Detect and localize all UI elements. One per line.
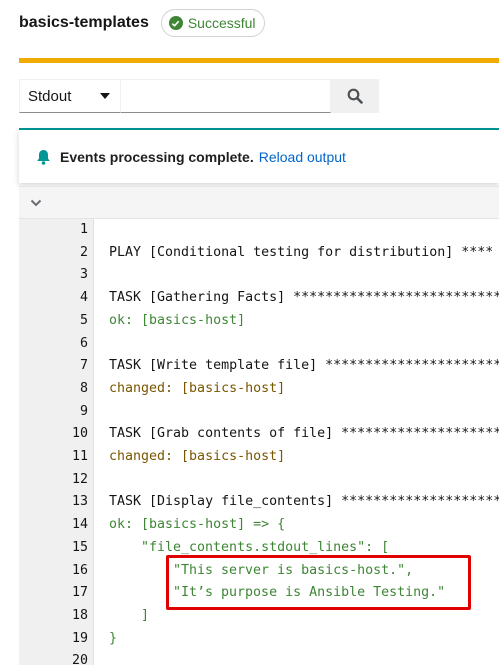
line-number: 13 <box>71 494 88 510</box>
check-circle-icon <box>168 16 183 30</box>
output-text: ] <box>141 607 150 623</box>
highlight-annotation-box <box>166 555 471 610</box>
output-line: 7 TASK [Write template file] ************… <box>19 355 499 378</box>
output-line: 1 <box>19 219 499 242</box>
line-number: 11 <box>71 449 88 464</box>
output-text: TASK [Gathering Facts] *****************… <box>109 290 499 306</box>
alert-title: Events processing complete. <box>60 148 254 165</box>
output-text: } <box>109 630 118 646</box>
output-line: 4 TASK [Gathering Facts] ****************… <box>19 287 499 310</box>
output-line: 2 PLAY [Conditional testing for distribut… <box>19 242 499 265</box>
collapse-all-row <box>19 186 499 219</box>
output-line: 3 <box>19 264 499 287</box>
chevron-down-icon[interactable] <box>30 199 42 207</box>
output-text: changed: [basics-host] <box>109 449 286 464</box>
bell-icon <box>36 149 51 165</box>
search-button[interactable] <box>331 79 379 113</box>
output-text: ok: [basics-host] => { <box>109 517 286 533</box>
line-number: 20 <box>71 653 88 665</box>
line-number: 16 <box>71 562 88 578</box>
status-accent-bar <box>19 58 499 63</box>
output-type-value: Stdout <box>28 87 72 105</box>
output-line: 9 <box>19 401 499 424</box>
events-alert: Events processing complete. Reload outpu… <box>19 130 499 183</box>
output-toolbar: Stdout <box>19 79 379 113</box>
output-line: 11 changed: [basics-host] <box>19 446 499 469</box>
caret-down-icon <box>100 93 110 99</box>
reload-output-link[interactable]: Reload output <box>259 149 346 165</box>
line-number: 7 <box>79 358 88 374</box>
line-number: 18 <box>71 607 88 623</box>
output-text: ok: [basics-host] <box>109 312 246 328</box>
output-line: 13 TASK [Display file_contents] *********… <box>19 491 499 514</box>
line-number: 8 <box>79 380 88 396</box>
line-number: 9 <box>79 403 88 419</box>
output-line: 14 ok: [basics-host] => { <box>19 514 499 537</box>
line-number: 2 <box>79 244 88 260</box>
output-type-select[interactable]: Stdout <box>19 79 121 113</box>
job-header: basics-templates Successful <box>19 8 265 38</box>
search-icon <box>347 88 363 104</box>
output-text: TASK [Write template file] *************… <box>109 358 499 374</box>
line-number: 3 <box>79 267 88 283</box>
output-line: 10 TASK [Grab contents of file] *********… <box>19 423 499 446</box>
job-title: basics-templates <box>19 14 149 31</box>
output-text: changed: [basics-host] <box>109 380 286 396</box>
output-line: 6 <box>19 333 499 356</box>
output-line: 19} <box>19 628 499 651</box>
output-line: 5 ok: [basics-host] <box>19 310 499 333</box>
line-number: 10 <box>71 426 88 442</box>
output-text: PLAY [Conditional testing for distributi… <box>109 244 494 260</box>
line-number: 19 <box>71 630 88 646</box>
output-line: 20 <box>19 650 499 665</box>
output-line: 12 <box>19 469 499 492</box>
status-label: Successful <box>187 15 256 31</box>
status-badge: Successful <box>160 9 265 37</box>
line-number: 4 <box>79 290 88 306</box>
line-number: 6 <box>79 335 88 351</box>
output-text: TASK [Grab contents of file] ***********… <box>109 426 499 442</box>
line-number: 17 <box>71 585 88 601</box>
line-number: 14 <box>71 517 88 533</box>
line-number: 1 <box>79 222 88 237</box>
search-input[interactable] <box>121 79 331 113</box>
output-line: 8 changed: [basics-host] <box>19 378 499 401</box>
line-number: 15 <box>71 539 88 555</box>
line-number: 5 <box>79 312 88 328</box>
line-number: 12 <box>71 471 88 487</box>
output-text: TASK [Display file_contents] ***********… <box>109 494 499 510</box>
